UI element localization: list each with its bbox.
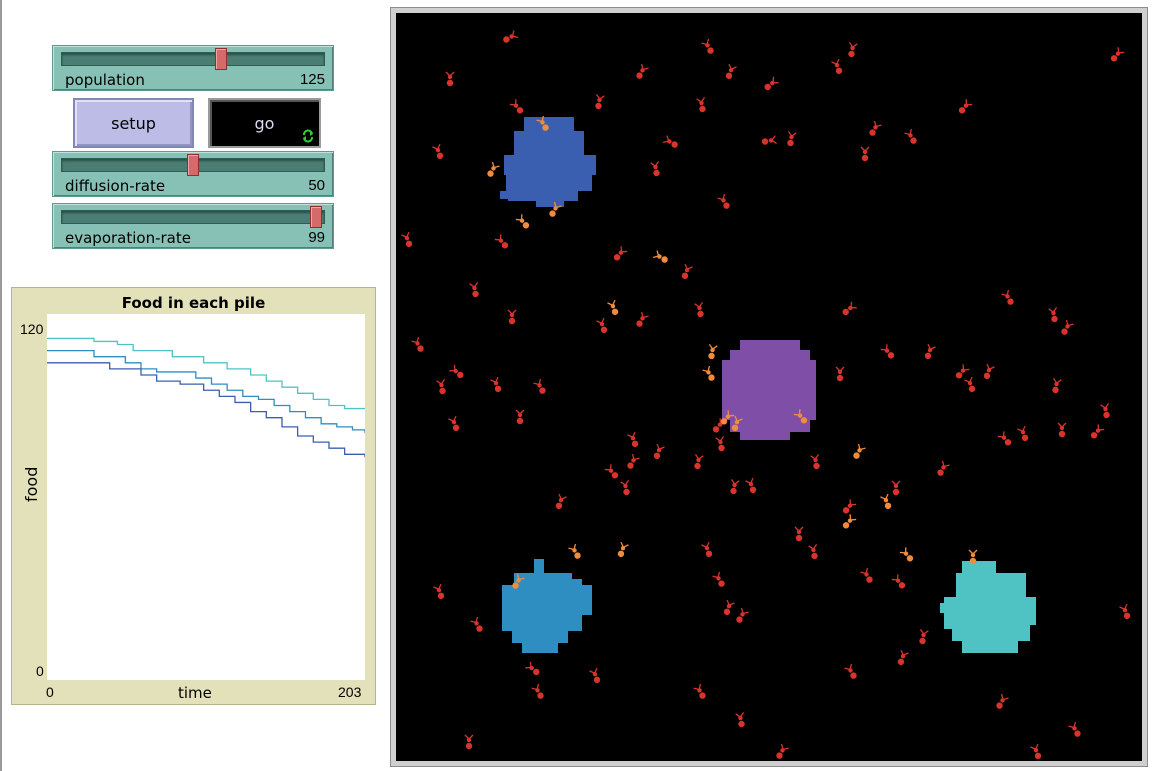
diffusion-rate-slider[interactable]: diffusion-rate 50: [52, 151, 334, 197]
plot-lines: [47, 337, 366, 458]
series-line-3: [47, 362, 366, 458]
food-plot: Food in each pile 120 0 food 0 time 203: [11, 287, 376, 705]
slider-label: population: [65, 71, 145, 89]
plot-title: Food in each pile: [121, 294, 266, 312]
setup-button-label: setup: [111, 113, 156, 133]
slider-value: 50: [308, 177, 325, 194]
go-button-label: go: [254, 113, 275, 133]
y-tick-label: 120: [20, 321, 44, 337]
world-canvas[interactable]: [396, 13, 1142, 761]
x-axis-label: time: [178, 684, 212, 702]
x-tick-label: 0: [46, 684, 54, 700]
slider-label: evaporation-rate: [65, 229, 191, 247]
population-slider[interactable]: population 125: [52, 45, 334, 91]
y-tick-label: 0: [36, 663, 44, 679]
window-edge: [0, 0, 2, 771]
slider-track[interactable]: [61, 52, 325, 66]
series-line-1: [47, 337, 365, 410]
plot-area: [47, 314, 366, 680]
slider-value: 99: [308, 229, 325, 246]
evaporation-rate-slider[interactable]: evaporation-rate 99: [52, 203, 334, 249]
slider-track[interactable]: [61, 210, 325, 224]
x-tick-label: 203: [338, 684, 362, 700]
setup-button[interactable]: setup: [73, 98, 194, 148]
slider-value: 125: [299, 71, 325, 88]
world-view[interactable]: [390, 7, 1148, 767]
slider-thumb[interactable]: [214, 48, 227, 70]
y-axis-label: food: [22, 466, 41, 502]
slider-label: diffusion-rate: [65, 177, 166, 195]
forever-loop-icon: [303, 129, 313, 143]
slider-thumb[interactable]: [187, 154, 199, 176]
slider-thumb[interactable]: [310, 206, 323, 228]
go-button[interactable]: go: [208, 98, 321, 148]
